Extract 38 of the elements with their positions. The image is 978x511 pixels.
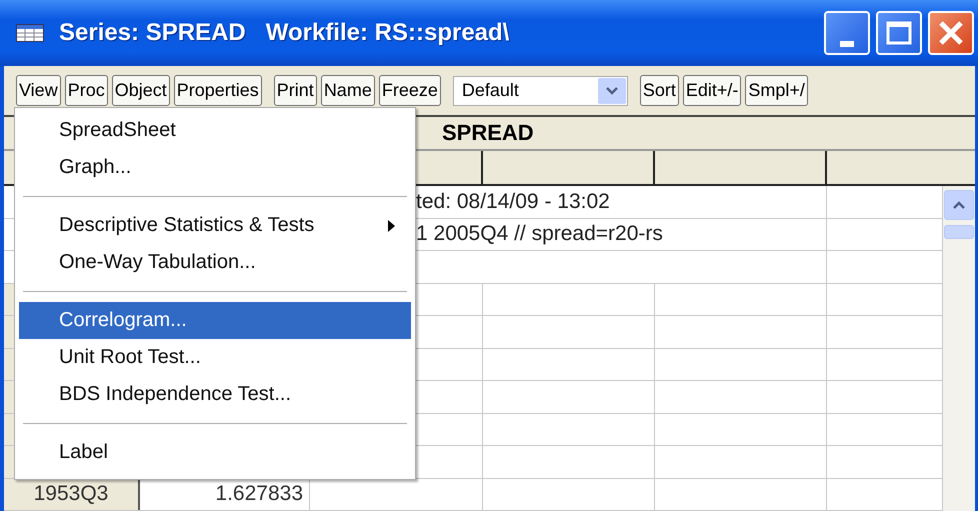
toolbar-button[interactable]: View — [16, 75, 61, 106]
close-button[interactable] — [928, 11, 974, 55]
menu-item[interactable]: Unit Root Test... — [19, 339, 411, 376]
scroll-up-button[interactable] — [944, 190, 974, 220]
toolbar-button[interactable]: Print — [274, 75, 317, 106]
comment-text: ted: 08/14/09 - 13:02 — [416, 190, 610, 214]
menu-item[interactable]: Graph... — [19, 149, 411, 186]
menu-item[interactable]: SpreadSheet — [19, 112, 411, 149]
close-icon — [938, 20, 964, 46]
scrollbar-thumb[interactable] — [944, 225, 974, 239]
menu-item[interactable]: Correlogram... — [19, 302, 411, 339]
toolbar-button[interactable]: Smpl+/ — [745, 75, 808, 106]
menu-item[interactable]: Label — [19, 434, 411, 471]
vertical-scrollbar[interactable] — [943, 186, 975, 511]
chevron-up-icon — [952, 200, 966, 210]
toolbar-button[interactable]: Object — [112, 75, 170, 106]
maximize-button[interactable] — [876, 11, 922, 55]
submenu-arrow-icon — [388, 220, 395, 232]
table-cell: 1.627833 — [215, 482, 303, 506]
toolbar-button[interactable]: Sort — [640, 75, 679, 106]
toolbar-button[interactable]: Name — [320, 75, 375, 106]
sample-dropdown[interactable]: Default — [452, 76, 628, 106]
toolbar-button[interactable]: Proc — [64, 75, 108, 106]
minimize-button[interactable] — [824, 11, 870, 55]
toolbar-button[interactable]: Properties — [174, 75, 262, 106]
window-title: Series: SPREAD Workfile: RS::spread\ — [59, 19, 510, 47]
menu-item[interactable]: Descriptive Statistics & Tests — [19, 207, 411, 244]
row-label: 1953Q3 — [34, 482, 108, 506]
dropdown-chevron-icon — [598, 78, 626, 104]
maximize-icon — [886, 21, 912, 45]
toolbar-button[interactable]: Edit+/- — [682, 75, 742, 106]
menu-item[interactable]: BDS Independence Test... — [19, 376, 411, 413]
menu-item[interactable]: One-Way Tabulation... — [19, 244, 411, 281]
series-name-header: SPREAD — [442, 120, 534, 146]
toolbar-button[interactable]: Freeze — [378, 75, 441, 106]
window-icon — [16, 24, 44, 42]
comment-text: 1 2005Q4 // spread=r20-rs — [416, 222, 663, 246]
minimize-icon — [840, 41, 854, 47]
